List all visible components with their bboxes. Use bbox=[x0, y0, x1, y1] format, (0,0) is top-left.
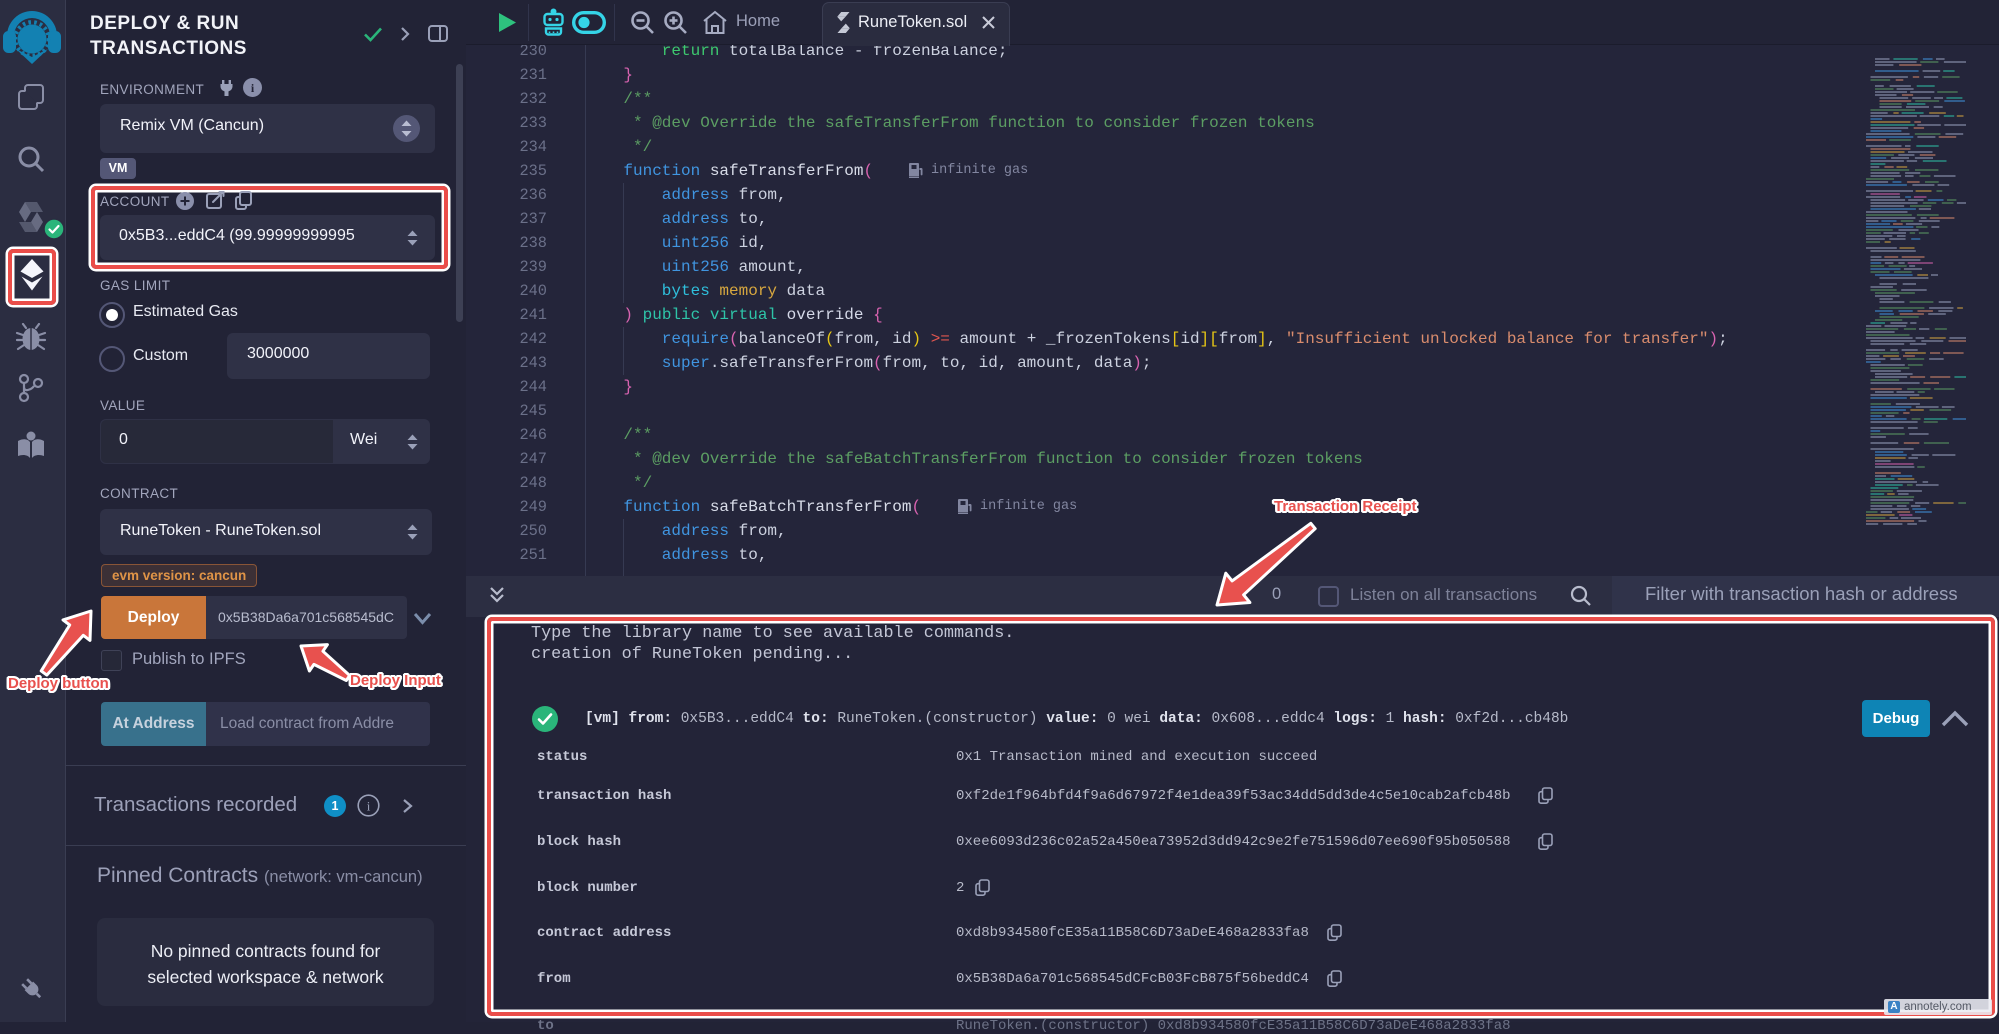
svg-text:i: i bbox=[367, 798, 371, 813]
